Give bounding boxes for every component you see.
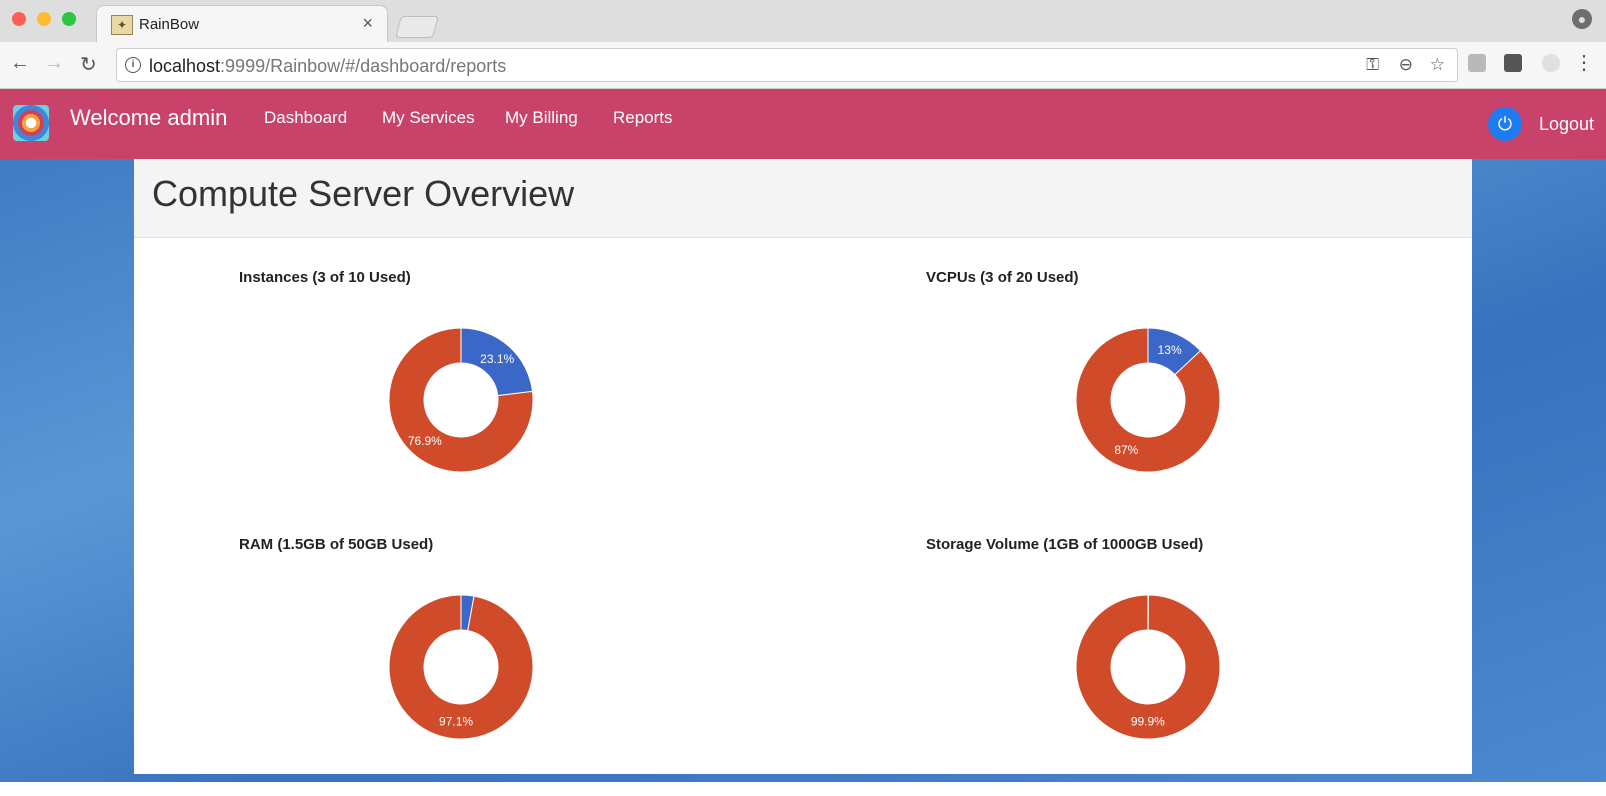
address-bar[interactable]: i localhost:9999/Rainbow/#/dashboard/rep… bbox=[116, 48, 1458, 82]
rainbow-logo bbox=[13, 105, 49, 141]
nav-link-reports[interactable]: Reports bbox=[613, 108, 673, 128]
slice-label: 87% bbox=[1114, 443, 1138, 457]
logout-label: Logout bbox=[1539, 114, 1594, 135]
zoom-icon[interactable]: ⊖ bbox=[1399, 55, 1413, 75]
logout-button[interactable]: ⏻ Logout bbox=[1484, 107, 1594, 141]
back-arrow-icon[interactable]: ← bbox=[10, 52, 30, 75]
page-title: Compute Server Overview bbox=[152, 173, 574, 215]
tab-close-icon[interactable]: × bbox=[362, 13, 373, 34]
nav-link-my-services[interactable]: My Services bbox=[382, 108, 475, 128]
url-text: localhost:9999/Rainbow/#/dashboard/repor… bbox=[149, 56, 506, 77]
bookmark-star-icon[interactable]: ☆ bbox=[1430, 55, 1445, 75]
power-icon: ⏻ bbox=[1488, 107, 1522, 141]
app-navbar: Welcome admin Dashboard My Services My B… bbox=[0, 89, 1606, 161]
chart-title: Storage Volume (1GB of 1000GB Used) bbox=[926, 536, 1203, 553]
chart-ram: RAM (1.5GB of 50GB Used) 97.1% bbox=[239, 536, 839, 796]
chart-instances: Instances (3 of 10 Used) 23.1% 76.9% bbox=[239, 269, 839, 529]
extension-icon[interactable] bbox=[1504, 54, 1522, 72]
donut-chart: 99.9% bbox=[926, 556, 1526, 786]
info-icon[interactable]: i bbox=[125, 57, 141, 73]
nav-link-dashboard[interactable]: Dashboard bbox=[264, 108, 347, 128]
chart-title: RAM (1.5GB of 50GB Used) bbox=[239, 536, 433, 553]
slice-label: 97.1% bbox=[439, 714, 473, 728]
maximize-window-button[interactable] bbox=[62, 12, 76, 26]
donut-chart: 97.1% bbox=[239, 556, 839, 786]
donut-chart: 13% 87% bbox=[926, 289, 1526, 519]
donut-chart: 23.1% 76.9% bbox=[239, 289, 839, 519]
slice-label: 23.1% bbox=[480, 352, 514, 366]
extension-icon[interactable] bbox=[1542, 54, 1560, 72]
slice-label: 76.9% bbox=[408, 434, 442, 448]
browser-tab[interactable]: ✦ RainBow × bbox=[96, 5, 388, 43]
favicon-icon: ✦ bbox=[111, 15, 133, 35]
overview-card: Compute Server Overview Instances (3 of … bbox=[134, 159, 1472, 774]
chart-title: Instances (3 of 10 Used) bbox=[239, 269, 411, 286]
reload-icon[interactable]: ↻ bbox=[80, 52, 97, 77]
chart-storage: Storage Volume (1GB of 1000GB Used) 99.9… bbox=[926, 536, 1526, 796]
chart-vcpus: VCPUs (3 of 20 Used) 13% 87% bbox=[926, 269, 1526, 529]
chart-title: VCPUs (3 of 20 Used) bbox=[926, 269, 1079, 286]
browser-titlebar: ✦ RainBow × ● bbox=[0, 0, 1606, 42]
profile-icon[interactable]: ● bbox=[1572, 9, 1592, 29]
extension-icon[interactable] bbox=[1468, 54, 1486, 72]
welcome-text: Welcome admin bbox=[70, 105, 227, 131]
minimize-window-button[interactable] bbox=[37, 12, 51, 26]
url-host: localhost bbox=[149, 56, 220, 76]
tab-title: RainBow bbox=[139, 16, 199, 33]
url-path: :9999/Rainbow/#/dashboard/reports bbox=[220, 56, 506, 76]
card-header: Compute Server Overview bbox=[134, 159, 1472, 238]
close-window-button[interactable] bbox=[12, 12, 26, 26]
key-icon[interactable]: ⚿ bbox=[1366, 55, 1379, 75]
nav-link-my-billing[interactable]: My Billing bbox=[505, 108, 578, 128]
forward-arrow-icon[interactable]: → bbox=[44, 52, 64, 75]
slice-label: 13% bbox=[1158, 343, 1182, 357]
slice-label: 99.9% bbox=[1131, 714, 1165, 728]
new-tab-button[interactable] bbox=[395, 16, 439, 38]
browser-menu-icon[interactable]: ⋮ bbox=[1574, 50, 1594, 75]
browser-toolbar: ← → ↻ i localhost:9999/Rainbow/#/dashboa… bbox=[0, 42, 1606, 89]
